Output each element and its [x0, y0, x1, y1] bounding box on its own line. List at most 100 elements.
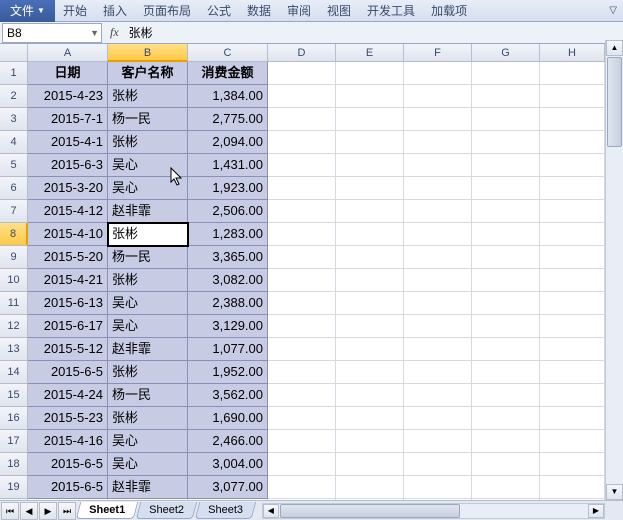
column-header[interactable]: F [404, 44, 472, 62]
row-header[interactable]: 10 [0, 269, 28, 292]
cell[interactable] [336, 269, 404, 292]
cell[interactable]: 2015-4-1 [28, 131, 108, 154]
ribbon-tab[interactable]: 公式 [199, 1, 239, 21]
cell[interactable]: 张彬 [108, 223, 188, 246]
cell[interactable] [268, 223, 336, 246]
cell[interactable] [404, 384, 472, 407]
cell[interactable] [472, 269, 540, 292]
cell[interactable] [268, 338, 336, 361]
cell[interactable]: 1,077.00 [188, 338, 268, 361]
cell[interactable]: 1,952.00 [188, 361, 268, 384]
cell[interactable]: 赵非霏 [108, 200, 188, 223]
cell[interactable]: 杨一民 [108, 108, 188, 131]
cell[interactable] [404, 131, 472, 154]
cell[interactable] [404, 154, 472, 177]
cell[interactable] [336, 108, 404, 131]
cell[interactable] [268, 131, 336, 154]
cell[interactable]: 2015-6-5 [28, 361, 108, 384]
cell[interactable] [404, 177, 472, 200]
cell[interactable] [540, 269, 605, 292]
cell[interactable] [472, 131, 540, 154]
cell[interactable] [404, 223, 472, 246]
scroll-thumb[interactable] [280, 504, 460, 518]
cell[interactable]: 2015-4-16 [28, 430, 108, 453]
cell[interactable] [540, 200, 605, 223]
cell[interactable] [268, 361, 336, 384]
cell[interactable] [404, 269, 472, 292]
ribbon-tab[interactable]: 插入 [95, 1, 135, 21]
ribbon-tab[interactable]: 开始 [55, 1, 95, 21]
cell[interactable] [268, 246, 336, 269]
cell[interactable] [268, 62, 336, 85]
cell[interactable] [336, 246, 404, 269]
cell[interactable] [336, 407, 404, 430]
ribbon-minimize-icon[interactable]: ▽ [603, 5, 623, 16]
cell[interactable] [540, 430, 605, 453]
cell[interactable] [336, 430, 404, 453]
cell[interactable] [404, 315, 472, 338]
row-header[interactable]: 4 [0, 131, 28, 154]
cell[interactable] [540, 384, 605, 407]
cell[interactable]: 张彬 [108, 269, 188, 292]
scroll-right-icon[interactable]: ▶ [588, 504, 604, 518]
cell[interactable]: 2015-4-24 [28, 384, 108, 407]
cell[interactable]: 1,283.00 [188, 223, 268, 246]
row-header[interactable]: 1 [0, 62, 28, 85]
ribbon-tab[interactable]: 审阅 [279, 1, 319, 21]
vertical-scrollbar[interactable]: ▲ ▼ [605, 40, 623, 500]
cell[interactable]: 2015-3-20 [28, 177, 108, 200]
cell[interactable] [472, 108, 540, 131]
cell[interactable] [336, 361, 404, 384]
cell[interactable]: 2015-6-5 [28, 476, 108, 499]
cell[interactable] [404, 338, 472, 361]
cell[interactable]: 杨一民 [108, 246, 188, 269]
cell[interactable] [472, 407, 540, 430]
cell[interactable]: 2,506.00 [188, 200, 268, 223]
cell[interactable]: 2015-6-5 [28, 453, 108, 476]
cell[interactable] [336, 223, 404, 246]
cell[interactable] [336, 62, 404, 85]
cell[interactable]: 2,388.00 [188, 292, 268, 315]
cell[interactable] [472, 177, 540, 200]
cell[interactable]: 2015-6-13 [28, 292, 108, 315]
select-all-corner[interactable] [0, 44, 28, 62]
sheet-nav-first[interactable]: ⏮ [1, 502, 19, 520]
cell[interactable]: 吴心 [108, 315, 188, 338]
cell[interactable]: 3,365.00 [188, 246, 268, 269]
ribbon-tab[interactable]: 视图 [319, 1, 359, 21]
cell[interactable] [268, 430, 336, 453]
cell[interactable] [472, 384, 540, 407]
cell[interactable] [540, 338, 605, 361]
cell[interactable] [540, 177, 605, 200]
cell[interactable]: 2,466.00 [188, 430, 268, 453]
cell[interactable] [404, 62, 472, 85]
cell[interactable]: 1,690.00 [188, 407, 268, 430]
cell[interactable] [540, 85, 605, 108]
cell[interactable] [268, 177, 336, 200]
cell[interactable]: 日期 [28, 62, 108, 85]
cell[interactable]: 2015-4-21 [28, 269, 108, 292]
cell[interactable]: 2015-4-23 [28, 85, 108, 108]
cell[interactable]: 2,094.00 [188, 131, 268, 154]
cell[interactable] [404, 200, 472, 223]
cell[interactable] [472, 246, 540, 269]
cell[interactable]: 3,077.00 [188, 476, 268, 499]
cell[interactable] [268, 200, 336, 223]
horizontal-scrollbar[interactable]: ◀ ▶ [262, 503, 605, 519]
cell[interactable]: 吴心 [108, 453, 188, 476]
fx-icon[interactable]: fx [104, 25, 125, 40]
cell[interactable] [472, 315, 540, 338]
row-header[interactable]: 19 [0, 476, 28, 499]
cell[interactable] [336, 177, 404, 200]
cell[interactable] [268, 453, 336, 476]
cell[interactable]: 赵非霏 [108, 338, 188, 361]
cell[interactable] [336, 476, 404, 499]
cell[interactable] [472, 292, 540, 315]
cell[interactable] [404, 430, 472, 453]
cell[interactable]: 2015-6-3 [28, 154, 108, 177]
cell[interactable] [540, 361, 605, 384]
cell[interactable]: 张彬 [108, 131, 188, 154]
cell[interactable]: 2015-5-12 [28, 338, 108, 361]
column-header[interactable]: D [268, 44, 336, 62]
cell[interactable] [540, 223, 605, 246]
